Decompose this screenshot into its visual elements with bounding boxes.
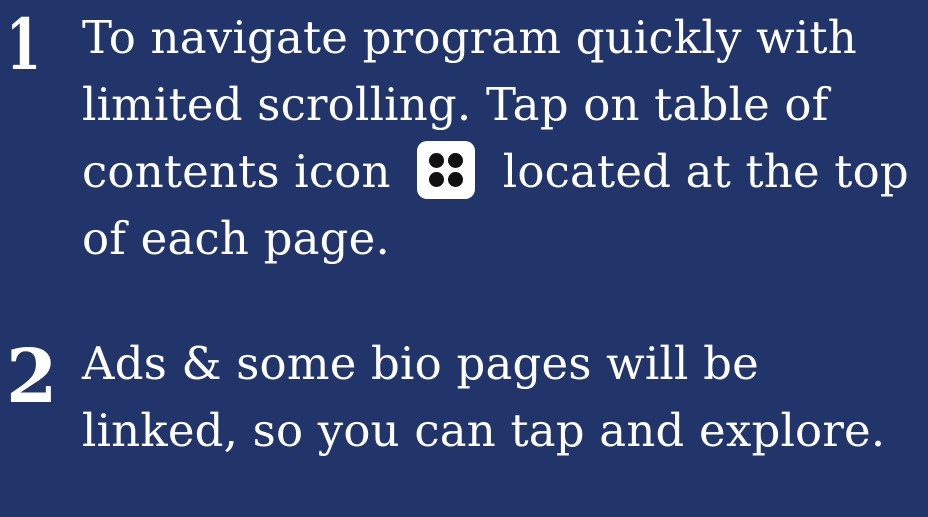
step-number: 1 [6,3,42,86]
icon-dot [447,171,463,187]
step-text: To navigate program quickly with limited… [82,4,922,272]
step-text: Ads & some bio pages will be linked, so … [82,337,886,457]
icon-dot [447,152,463,168]
step-number: 2 [6,334,58,420]
table-of-contents-icon-wrapper [416,140,475,199]
icon-dot [428,171,444,187]
table-of-contents-icon [416,140,475,199]
icon-dot [428,152,444,168]
